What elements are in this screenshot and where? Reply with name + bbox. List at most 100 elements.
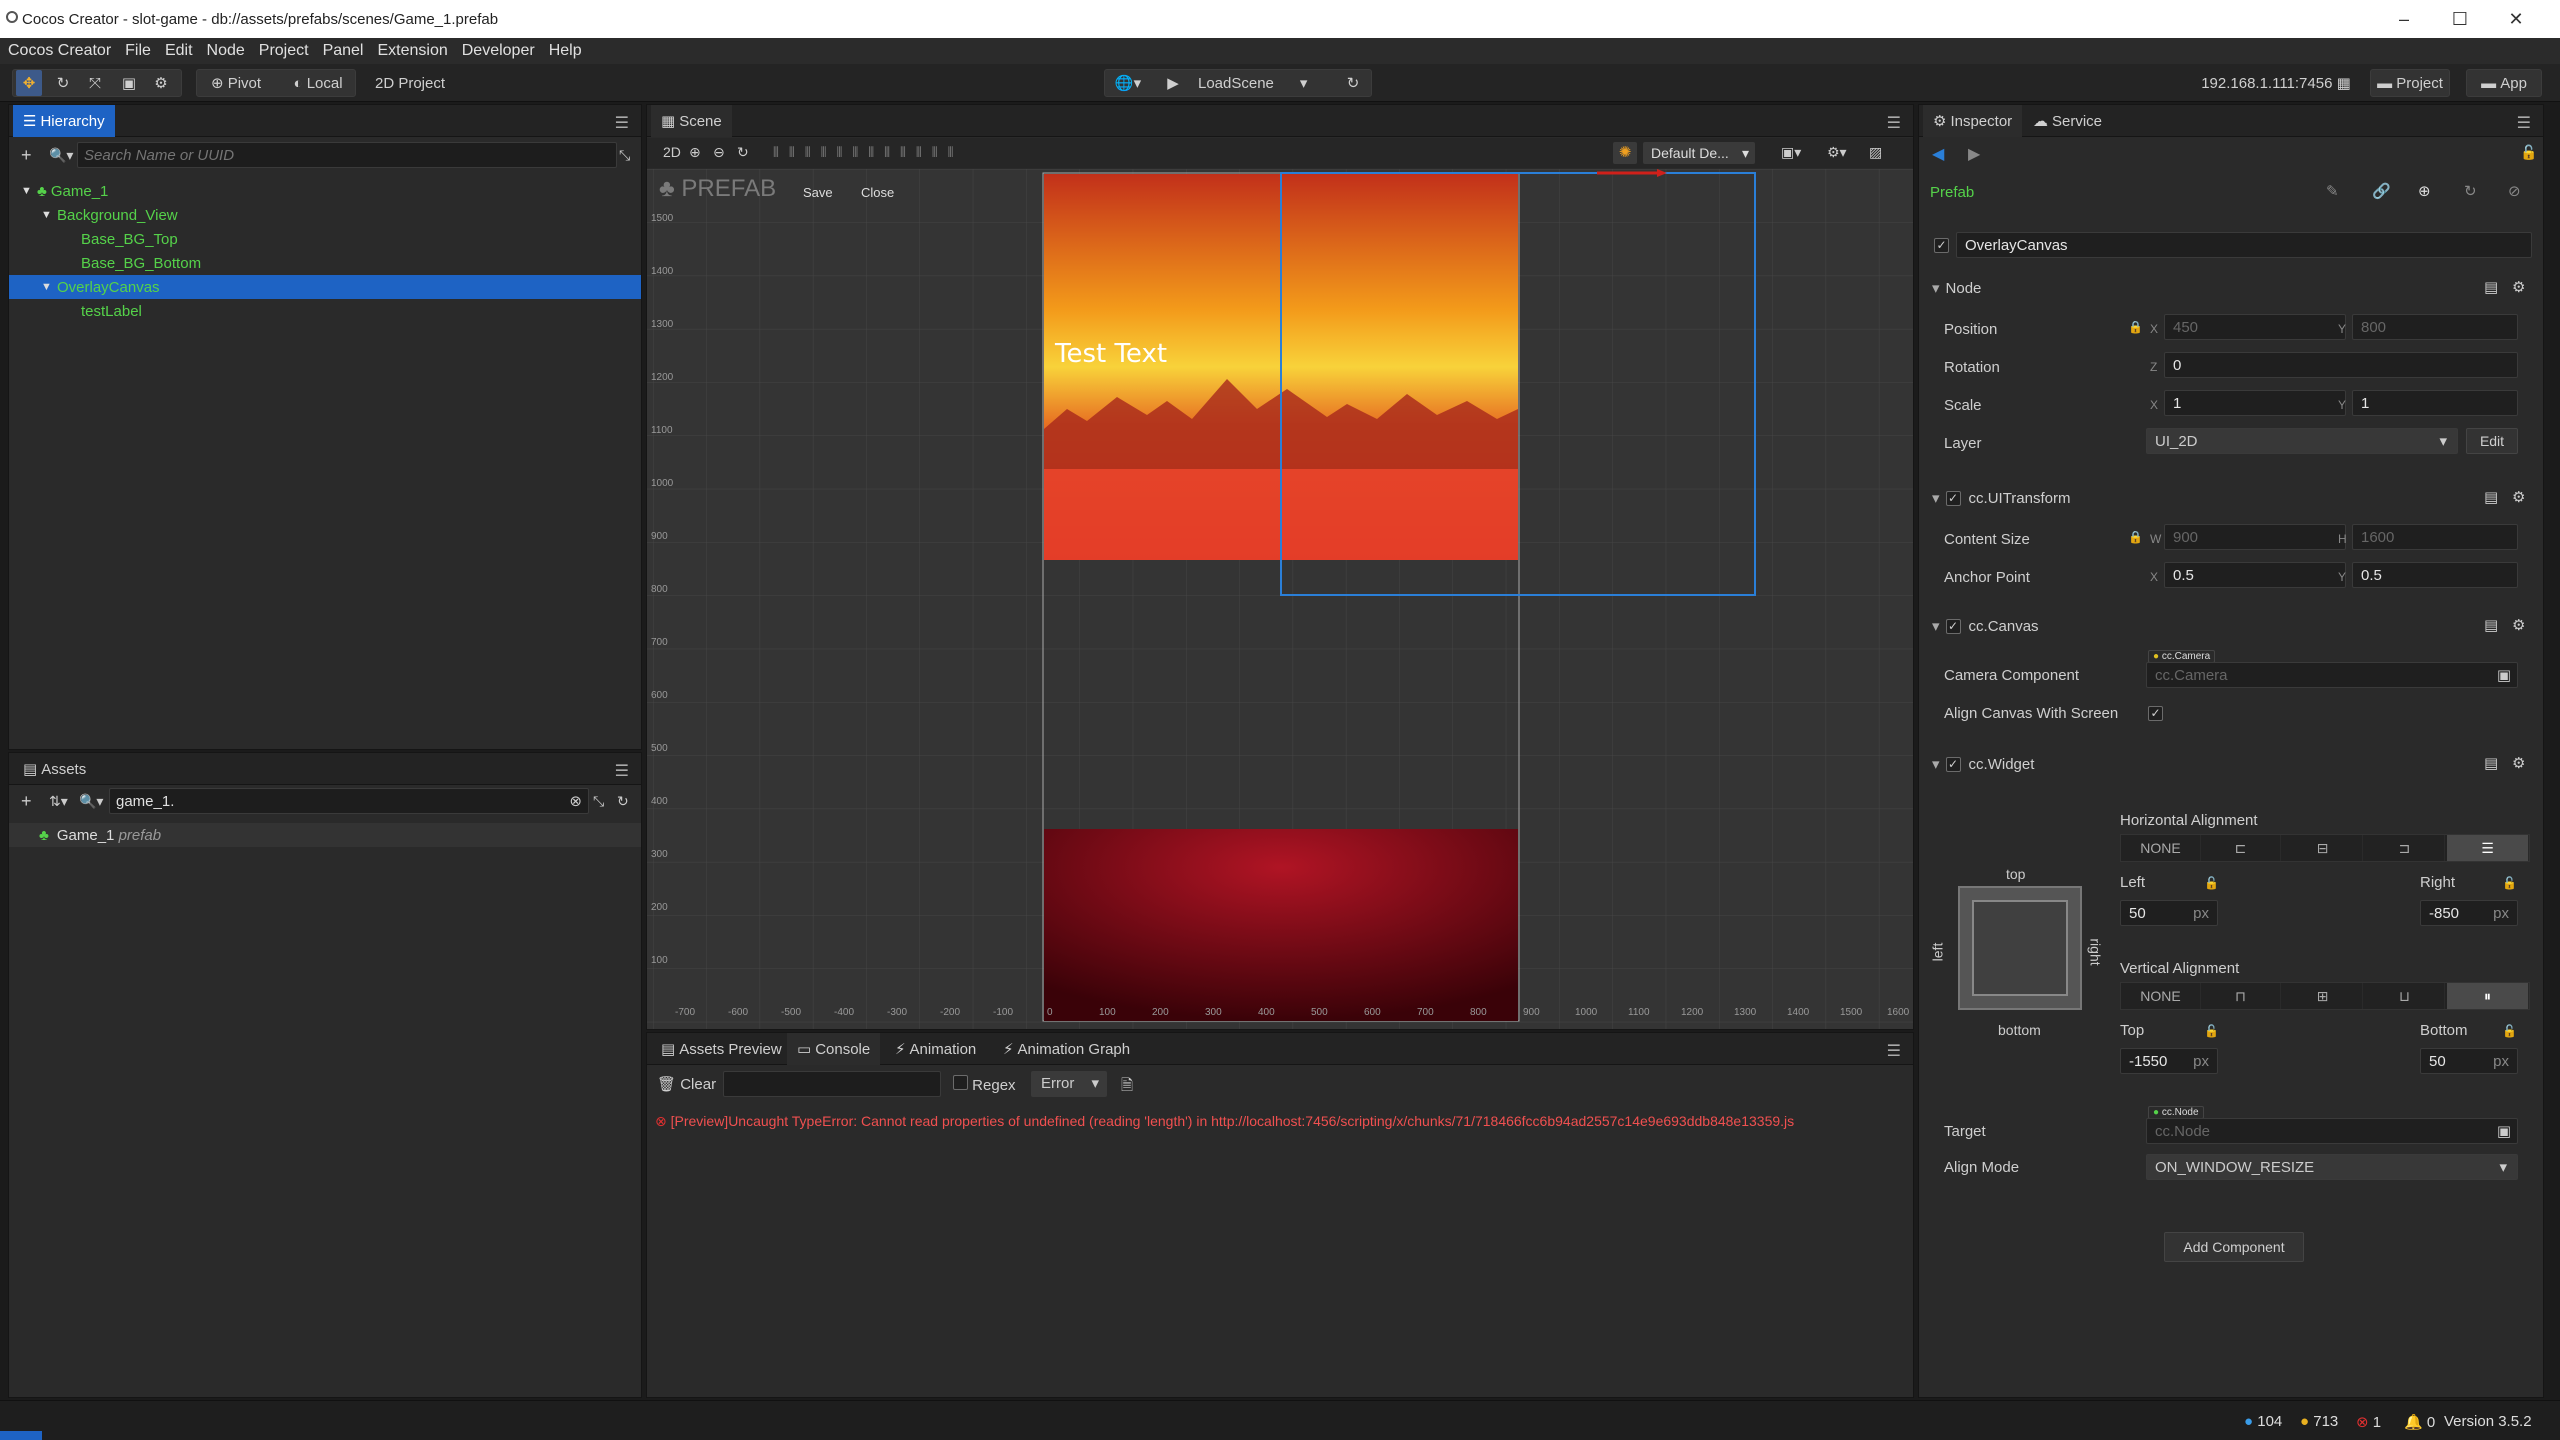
doc-icon[interactable]: ▤ xyxy=(2484,278,2498,296)
refresh-assets-icon[interactable]: ↻ xyxy=(617,793,629,810)
menu-edit[interactable]: Edit xyxy=(165,42,193,60)
error-count[interactable]: ⊗ 1 xyxy=(2356,1413,2381,1431)
prefab-link-icon[interactable]: 🔗 xyxy=(2372,182,2391,200)
position-y-field[interactable]: 800 xyxy=(2352,314,2518,340)
rotate-tool-icon[interactable]: ↻ xyxy=(50,70,76,96)
doc-icon[interactable]: ▤ xyxy=(2484,754,2498,772)
pick-icon[interactable]: ▣ xyxy=(2497,666,2511,684)
play-icon[interactable]: ▶ xyxy=(1160,70,1186,96)
panel-menu-icon[interactable]: ☰ xyxy=(615,113,629,133)
align-stretch-h-icon[interactable]: ☰ xyxy=(2447,835,2529,861)
lock-inspector-icon[interactable]: 🔓 xyxy=(2520,144,2537,161)
menu-panel[interactable]: Panel xyxy=(323,42,364,60)
preview-platform-dropdown[interactable]: 🌐▾ xyxy=(1108,70,1148,96)
open-log-file-icon[interactable]: 🗎 xyxy=(1121,1075,1133,1100)
doc-icon[interactable]: ▤ xyxy=(2484,616,2498,634)
widget-alignment-diagram[interactable] xyxy=(1958,886,2082,1010)
align-canvas-checkbox[interactable]: ✓ xyxy=(2148,706,2163,721)
expand-arrow-icon[interactable]: ▼ xyxy=(21,185,37,197)
test-text-label[interactable]: Test Text xyxy=(1055,339,1167,369)
mode-2d-toggle[interactable]: 2D xyxy=(663,144,681,160)
menu-extension[interactable]: Extension xyxy=(377,42,447,60)
forward-arrow-icon[interactable]: ▶ xyxy=(1968,144,1980,164)
collapse-arrow-icon[interactable]: ▾ xyxy=(1932,489,1940,507)
add-component-button[interactable]: Add Component xyxy=(2164,1232,2304,1262)
panel-menu-icon[interactable]: ☰ xyxy=(2517,113,2531,133)
close-window-button[interactable]: ✕ xyxy=(2488,0,2544,38)
align-stretch-v-icon[interactable]: ⏸ xyxy=(2447,983,2529,1009)
panel-menu-icon[interactable]: ☰ xyxy=(1887,1041,1901,1061)
h-align-none[interactable]: NONE xyxy=(2121,835,2201,861)
tree-item-game-1[interactable]: ▼ ♣ Game_1 xyxy=(21,179,621,203)
camera-component-field[interactable]: cc.Camera ▣ xyxy=(2146,662,2518,688)
align-tools-icon[interactable]: ⫴⫴⫴⫴⫴⫴⫴⫴⫴⫴⫴⫴ xyxy=(773,144,964,161)
uitransform-enabled-checkbox[interactable]: ✓ xyxy=(1945,490,1961,506)
bottom-field[interactable]: 50 px xyxy=(2420,1048,2518,1074)
align-left-icon[interactable]: ⊏ xyxy=(2201,835,2281,861)
widget-enabled-checkbox[interactable]: ✓ xyxy=(1945,756,1961,772)
tree-item-base-bg-top[interactable]: Base_BG_Top xyxy=(81,227,621,251)
console-filter-input[interactable] xyxy=(723,1071,941,1097)
canvas-enabled-checkbox[interactable]: ✓ xyxy=(1945,618,1961,634)
fullscreen-icon[interactable]: ▨ xyxy=(1869,144,1882,161)
zoom-in-icon[interactable]: ⊕ xyxy=(689,144,701,161)
tree-item-overlaycanvas[interactable]: ▼ OverlayCanvas xyxy=(9,275,641,299)
left-field[interactable]: 50 px xyxy=(2120,900,2218,926)
lock-icon[interactable]: 🔒 xyxy=(2128,320,2143,334)
collapse-arrow-icon[interactable]: ▾ xyxy=(1932,755,1940,773)
layer-select[interactable]: UI_2D ▾ xyxy=(2146,428,2458,454)
position-x-field[interactable]: 450 xyxy=(2164,314,2346,340)
app-button[interactable]: ▬ App xyxy=(2468,70,2540,96)
sort-icon[interactable]: ⇅▾ xyxy=(49,793,68,810)
canvas-section-header[interactable]: ▾ ✓ cc.Canvas xyxy=(1932,612,2532,640)
uitransform-section-header[interactable]: ▾ ✓ cc.UITransform xyxy=(1932,484,2532,512)
content-height-field[interactable]: 1600 xyxy=(2352,524,2518,550)
doc-icon[interactable]: ▤ xyxy=(2484,488,2498,506)
add-asset-icon[interactable]: + xyxy=(21,791,32,812)
widget-section-header[interactable]: ▾ ✓ cc.Widget xyxy=(1932,750,2532,778)
tab-console[interactable]: ▭ Console xyxy=(787,1033,881,1065)
menu-cocos-creator[interactable]: Cocos Creator xyxy=(8,42,111,60)
node-active-checkbox[interactable]: ✓ xyxy=(1934,238,1949,253)
tab-animation[interactable]: ⚡ Animation xyxy=(885,1033,986,1065)
prefab-save-button[interactable]: Save xyxy=(803,185,833,200)
v-align-none[interactable]: NONE xyxy=(2121,983,2201,1009)
rotation-z-field[interactable]: 0 xyxy=(2164,352,2518,378)
tree-item-testlabel[interactable]: testLabel xyxy=(81,299,621,323)
search-type-icon[interactable]: 🔍▾ xyxy=(49,147,73,164)
expand-arrow-icon[interactable]: ▼ xyxy=(41,281,57,293)
expand-arrow-icon[interactable]: ▼ xyxy=(41,209,57,221)
align-center-v-icon[interactable]: ⊞ xyxy=(2283,983,2363,1009)
settings-icon[interactable]: ⚙ xyxy=(2512,616,2525,634)
panel-menu-icon[interactable]: ☰ xyxy=(1887,113,1901,133)
maximize-button[interactable]: ☐ xyxy=(2432,0,2488,38)
prefab-close-button[interactable]: Close xyxy=(861,185,894,200)
menu-developer[interactable]: Developer xyxy=(462,42,535,60)
camera-settings-icon[interactable]: ▣▾ xyxy=(1781,144,1801,161)
move-tool-icon[interactable]: ✥ xyxy=(16,70,42,96)
align-top-icon[interactable]: ⊓ xyxy=(2201,983,2281,1009)
align-right-icon[interactable]: ⊐ xyxy=(2365,835,2445,861)
tab-assets[interactable]: ▤ Assets xyxy=(13,753,96,785)
search-type-icon[interactable]: 🔍▾ xyxy=(79,793,103,810)
left-lock-icon[interactable]: 🔓 xyxy=(2204,876,2219,890)
menu-project[interactable]: Project xyxy=(259,42,309,60)
minimize-button[interactable]: – xyxy=(2376,0,2432,38)
align-center-h-icon[interactable]: ⊟ xyxy=(2283,835,2363,861)
console-error-row[interactable]: ⊗ [Preview]Uncaught TypeError: Cannot re… xyxy=(655,1113,1905,1130)
prefab-apply-icon[interactable]: ⊘ xyxy=(2508,182,2521,200)
info-count[interactable]: ● 104 xyxy=(2244,1413,2282,1430)
refresh-icon[interactable]: ↻ xyxy=(1340,70,1366,96)
scale-y-field[interactable]: 1 xyxy=(2352,390,2518,416)
collapse-all-icon[interactable]: ⤡ xyxy=(593,793,604,810)
right-field[interactable]: -850 px xyxy=(2420,900,2518,926)
notification-count[interactable]: 🔔 0 xyxy=(2404,1413,2435,1431)
tab-hierarchy[interactable]: ☰ Hierarchy xyxy=(13,105,115,137)
collapse-all-icon[interactable]: ⤡ xyxy=(619,147,630,164)
snap-settings-icon[interactable]: ⚙ xyxy=(148,70,174,96)
scale-tool-icon[interactable]: ⤧ xyxy=(82,70,108,96)
regex-checkbox[interactable]: Regex xyxy=(953,1075,1016,1094)
scale-x-field[interactable]: 1 xyxy=(2164,390,2346,416)
qr-icon[interactable]: ▦ xyxy=(2337,74,2351,92)
target-field[interactable]: cc.Node ▣ xyxy=(2146,1118,2518,1144)
